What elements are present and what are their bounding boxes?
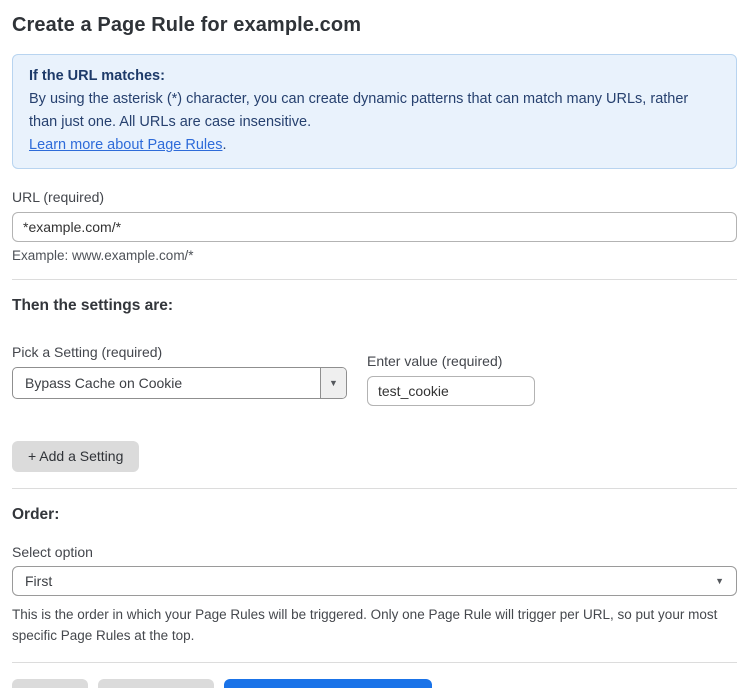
setting-select-value: Bypass Cache on Cookie [13,375,320,391]
setting-select-label: Pick a Setting (required) [12,344,347,360]
chevron-down-icon: ▼ [329,378,338,388]
order-select-value: First [25,573,715,589]
url-input[interactable] [12,212,737,242]
learn-more-link[interactable]: Learn more about Page Rules [29,137,222,153]
order-helper-text: This is the order in which your Page Rul… [12,604,732,646]
divider [12,279,737,280]
cancel-button[interactable]: Cancel [12,679,88,688]
url-match-info-box: If the URL matches: By using the asteris… [12,54,737,169]
setting-select[interactable]: Bypass Cache on Cookie ▼ [12,367,347,399]
setting-select-column: Pick a Setting (required) Bypass Cache o… [12,344,347,399]
setting-value-input[interactable] [367,376,535,406]
settings-section-heading: Then the settings are: [12,297,737,315]
url-field-label: URL (required) [12,189,737,205]
order-select[interactable]: First ▼ [12,566,737,596]
link-suffix: . [222,137,226,153]
url-example-helper: Example: www.example.com/* [12,248,737,263]
save-and-deploy-button[interactable]: Save and Deploy Page Rule [224,679,432,688]
chevron-down-icon: ▼ [715,576,724,586]
footer-actions: Cancel Save as Draft Save and Deploy Pag… [12,679,737,688]
page-title: Create a Page Rule for example.com [12,14,737,37]
save-as-draft-button[interactable]: Save as Draft [98,679,215,688]
create-page-rule-panel: Create a Page Rule for example.com If th… [0,0,750,688]
divider [12,662,737,663]
info-box-heading: If the URL matches: [29,65,720,88]
divider [12,488,737,489]
settings-row: Pick a Setting (required) Bypass Cache o… [12,344,737,406]
setting-value-label: Enter value (required) [367,353,535,369]
setting-value-column: Enter value (required) [367,353,535,406]
info-box-link-line: Learn more about Page Rules. [29,134,720,157]
info-box-body: By using the asterisk (*) character, you… [29,88,720,134]
order-select-label: Select option [12,544,737,560]
setting-select-arrow-button[interactable]: ▼ [320,368,346,398]
add-setting-button[interactable]: + Add a Setting [12,441,139,472]
order-section-heading: Order: [12,506,737,524]
